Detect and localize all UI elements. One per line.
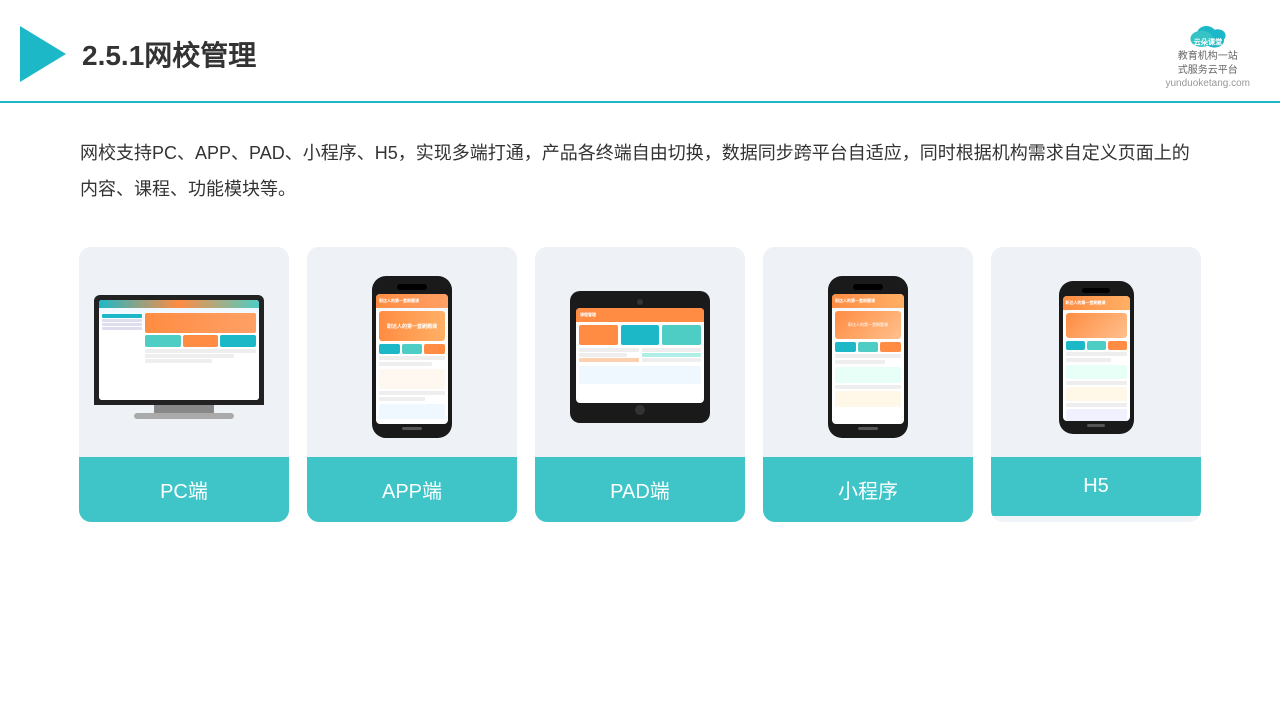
tablet-mockup: 课程管理: [570, 291, 710, 423]
brand-area: 云朵课堂 教育机构一站 式服务云平台 yunduoketang.com: [1165, 18, 1250, 89]
card-h5: 职达人的第一堂刷题课: [991, 247, 1201, 522]
phone-mockup-h5: 职达人的第一堂刷题课: [1059, 281, 1134, 434]
phone-mockup-app: 职达人的第一堂刷题课 职达人的第一堂刷题课: [372, 276, 452, 438]
card-miniprogram-image: 职达人的第一堂刷题课 职达人的第一堂刷题课: [763, 247, 973, 457]
card-pad-image: 课程管理: [535, 247, 745, 457]
cloud-icon: 云朵课堂: [1184, 18, 1232, 50]
brand-logo: 云朵课堂: [1184, 18, 1232, 50]
card-pc-image: [79, 247, 289, 457]
logo-icon: [20, 26, 66, 82]
phone-mockup-mini: 职达人的第一堂刷题课 职达人的第一堂刷题课: [828, 276, 908, 438]
header-left: 2.5.1网校管理: [20, 26, 256, 82]
card-app: 职达人的第一堂刷题课 职达人的第一堂刷题课: [307, 247, 517, 522]
card-miniprogram-label: 小程序: [763, 457, 973, 522]
page-title: 2.5.1网校管理: [82, 34, 256, 74]
description-text: 网校支持PC、APP、PAD、小程序、H5，实现多端打通，产品各终端自由切换，数…: [0, 103, 1280, 227]
card-app-image: 职达人的第一堂刷题课 职达人的第一堂刷题课: [307, 247, 517, 457]
pc-mockup: [94, 295, 274, 419]
card-pad: 课程管理: [535, 247, 745, 522]
card-pc: PC端: [79, 247, 289, 522]
cards-section: PC端 职达人的第一堂刷题课 职达人的第一堂刷题课: [0, 227, 1280, 542]
card-miniprogram: 职达人的第一堂刷题课 职达人的第一堂刷题课: [763, 247, 973, 522]
card-pc-label: PC端: [79, 457, 289, 522]
header: 2.5.1网校管理 云朵课堂 教育机构一站 式服务云平台 yunduoketan…: [0, 0, 1280, 103]
card-h5-label: H5: [991, 457, 1201, 516]
card-pad-label: PAD端: [535, 457, 745, 522]
brand-url: yunduoketang.com: [1165, 78, 1250, 89]
brand-tagline: 教育机构一站 式服务云平台: [1178, 50, 1238, 78]
card-app-label: APP端: [307, 457, 517, 522]
svg-text:云朵课堂: 云朵课堂: [1193, 37, 1222, 46]
card-h5-image: 职达人的第一堂刷题课: [991, 247, 1201, 457]
